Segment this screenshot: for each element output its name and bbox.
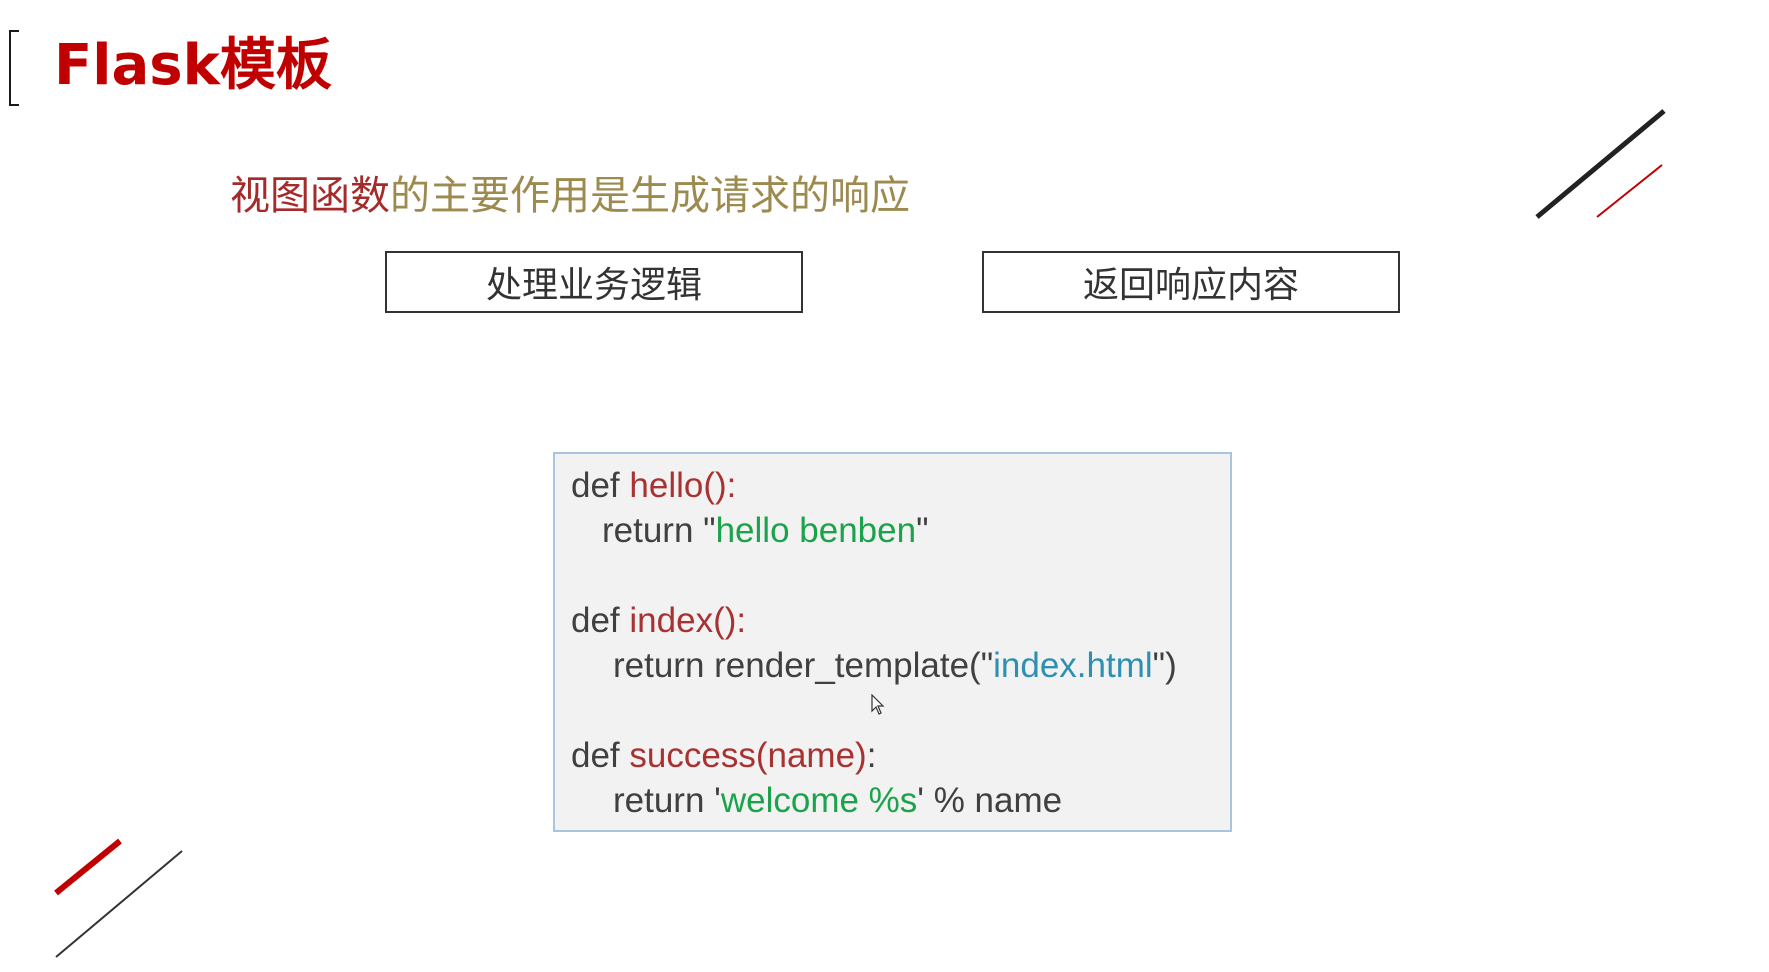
decorative-lines	[54, 109, 1666, 958]
deco-line-bottom-red	[54, 838, 122, 896]
deco-line-top-red	[1596, 164, 1663, 218]
deco-line-top-dark	[1535, 109, 1666, 219]
slide: Flask模板 视图函数的主要作用是生成请求的响应 处理业务逻辑 返回响应内容 …	[0, 0, 1769, 972]
cursor-arrow-icon	[871, 694, 885, 715]
deco-line-bottom-dark	[55, 850, 183, 958]
